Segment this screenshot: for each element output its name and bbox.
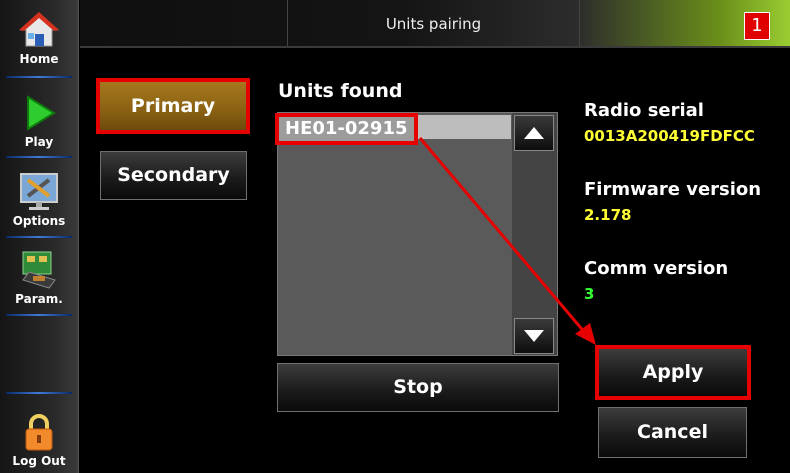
radio-serial-value: 0013A200419FDFCC [584,127,755,145]
sidebar-divider [6,156,72,158]
home-icon [19,10,59,50]
page-title: Units pairing [385,15,482,33]
unit-name: HE01-02915 [275,113,418,145]
cancel-button[interactable]: Cancel [598,407,747,458]
scroll-up-button[interactable] [514,115,554,151]
sidebar-item-label: Play [24,135,54,149]
firmware-version-value: 2.178 [584,206,632,224]
sidebar-item-home[interactable]: Home [0,10,78,66]
sidebar-item-parameters[interactable]: Param. [0,250,78,306]
stop-button[interactable]: Stop [277,363,559,412]
sidebar-divider [6,392,72,394]
sidebar-item-play[interactable]: Play [0,93,78,149]
sidebar-item-label: Param. [15,292,63,306]
sidebar-item-logout[interactable]: Log Out [0,412,78,468]
sidebar-divider [6,236,72,238]
list-item[interactable]: HE01-02915 [275,113,511,145]
step-badge: 1 [744,12,770,40]
options-icon [19,172,59,212]
lock-icon [19,412,59,452]
scroll-down-button[interactable] [514,318,554,354]
header-bar: Units pairing 1 [80,0,790,48]
play-icon [19,93,59,133]
parameters-icon [19,250,59,290]
apply-button[interactable]: Apply [595,345,751,400]
units-list[interactable]: HE01-02915 [275,112,558,356]
sidebar: Home Play Options Param. Log Out [0,0,79,473]
sidebar-divider [6,76,72,78]
sidebar-item-label: Options [12,214,66,228]
units-found-heading: Units found [278,80,403,102]
sidebar-item-options[interactable]: Options [0,172,78,228]
chevron-up-icon [524,127,544,139]
header-divider [579,0,580,46]
chevron-down-icon [524,330,544,342]
sidebar-item-label: Log Out [12,454,66,468]
primary-button[interactable]: Primary [96,78,250,134]
radio-serial-label: Radio serial [584,100,704,121]
sidebar-divider [6,314,72,316]
comm-version-label: Comm version [584,258,729,279]
comm-version-value: 3 [584,285,595,303]
firmware-version-label: Firmware version [584,179,762,200]
sidebar-item-label: Home [19,52,59,66]
secondary-button[interactable]: Secondary [100,151,247,200]
